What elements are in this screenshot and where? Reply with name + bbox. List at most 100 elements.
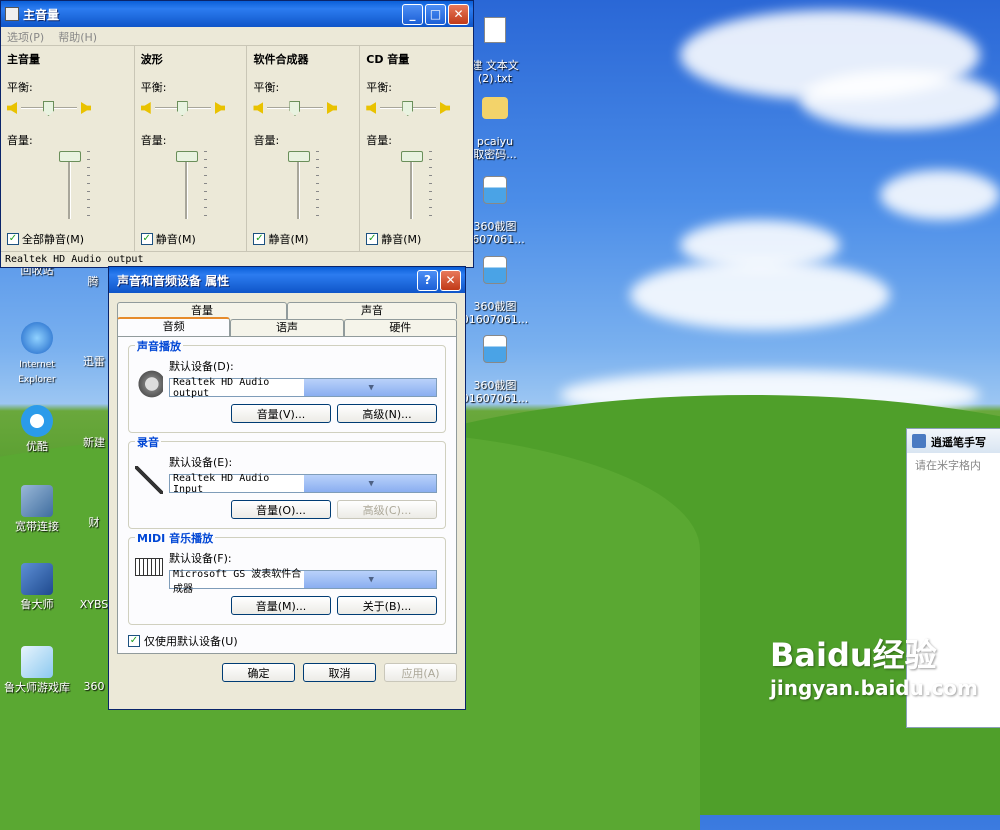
tab-voice[interactable]: 语声	[230, 319, 344, 336]
help-button[interactable]: ?	[417, 269, 438, 291]
dialog-title-bar[interactable]: 声音和音频设备 属性 ? ✕	[109, 267, 465, 293]
checkmark-icon: ✓	[128, 635, 140, 647]
desktop-icon-mid-5[interactable]: XYBS	[78, 598, 110, 611]
default-devices-only-checkbox[interactable]: ✓ 仅使用默认设备(U)	[128, 633, 446, 649]
balance-slider[interactable]	[7, 98, 128, 118]
desktop-icon-mid-6-label: 360	[83, 680, 105, 693]
minimize-button[interactable]: _	[402, 3, 423, 25]
volume-columns: 主音量 平衡: 音量: ✓ 全部静音(M) 波形 平衡: 音量: ✓ 静音(M)…	[1, 46, 473, 251]
volume-thumb[interactable]	[288, 151, 311, 162]
tab-sounds[interactable]: 声音	[287, 302, 457, 319]
volume-slider[interactable]	[175, 151, 241, 219]
right-speaker-icon	[440, 102, 450, 114]
balance-label: 平衡:	[7, 81, 33, 94]
column-title: CD 音量	[366, 53, 410, 66]
volume-title-bar[interactable]: 主音量 _ □ ✕	[1, 1, 473, 27]
menu-options[interactable]: 选项(P)	[7, 29, 44, 44]
chevron-down-icon[interactable]: ▼	[302, 475, 436, 492]
playback-device-select[interactable]: Realtek HD Audio output ▼	[169, 377, 437, 399]
group-title: MIDI 音乐播放	[135, 530, 216, 546]
desktop-icon-ludashi[interactable]: 鲁大师	[2, 563, 72, 611]
mute-all-checkbox[interactable]: ✓ 全部静音(M)	[7, 231, 84, 247]
cancel-button[interactable]: 取消	[303, 663, 376, 682]
desktop-icon-pcaiyu-label: pcaiyu 取密码...	[473, 135, 517, 161]
desktop-icon-mid-2[interactable]: 迅雷	[78, 355, 110, 368]
desktop-icon-broadband[interactable]: 宽带连接	[2, 485, 72, 533]
pen-icon	[912, 434, 926, 448]
mute-checkbox[interactable]: ✓ 静音(M)	[140, 231, 196, 247]
mute-checkbox[interactable]: ✓ 静音(M)	[253, 231, 309, 247]
desktop-icon-ie[interactable]: Internet Explorer	[2, 322, 72, 387]
jpg-icon	[483, 335, 507, 363]
desktop-icon-game-library-label: 鲁大师游戏库	[4, 681, 70, 694]
youku-icon	[21, 405, 53, 437]
mute-checkbox[interactable]: ✓ 静音(M)	[366, 231, 421, 247]
midi-about-button[interactable]: 关于(B)...	[337, 596, 437, 615]
group-sound-playback: 声音播放 默认设备(D): Realtek HD Audio output ▼ …	[128, 338, 446, 433]
midi-device-select[interactable]: Microsoft GS 波表软件合成器 ▼	[169, 569, 437, 595]
volume-slider[interactable]	[288, 151, 353, 219]
volume-column-wave: 波形 平衡: 音量: ✓ 静音(M)	[135, 46, 248, 251]
dialog-close-button[interactable]: ✕	[440, 269, 461, 291]
desktop-icon-jpg-3-label: 360截图 01607061...	[461, 379, 529, 405]
close-button[interactable]: ✕	[448, 3, 469, 25]
minimize-icon: _	[409, 7, 416, 21]
volume-thumb[interactable]	[59, 151, 81, 162]
tab-hardware[interactable]: 硬件	[343, 319, 457, 336]
recording-volume-button[interactable]: 音量(O)...	[231, 500, 331, 519]
left-speaker-icon	[140, 102, 151, 114]
balance-thumb[interactable]	[402, 101, 414, 116]
desktop-icon-mid-6[interactable]: 360	[78, 680, 110, 693]
volume-thumb[interactable]	[401, 151, 424, 162]
desktop-icon-jpg-3[interactable]: 360截图 01607061...	[460, 322, 530, 405]
desktop-icon-ie-label: Internet Explorer	[18, 360, 56, 385]
playback-volume-button[interactable]: 音量(V)...	[231, 404, 331, 423]
volume-label: 音量:	[253, 134, 280, 147]
volume-thumb[interactable]	[175, 151, 198, 162]
maximize-icon: □	[429, 7, 442, 21]
volume-menu-bar: 选项(P) 帮助(H)	[1, 27, 473, 46]
column-title: 软件合成器	[253, 53, 309, 66]
baidu-watermark-url: jingyan.baidu.com	[770, 676, 978, 700]
playback-advanced-button[interactable]: 高级(N)...	[337, 404, 437, 423]
desktop-icon-game-library[interactable]: 鲁大师游戏库	[2, 646, 72, 694]
recording-device-select[interactable]: Realtek HD Audio Input ▼	[169, 473, 437, 495]
desktop-icon-mid-4[interactable]: 财	[78, 516, 110, 529]
left-speaker-icon	[366, 102, 377, 114]
balance-slider[interactable]	[140, 98, 241, 118]
mute-label: 静音(M)	[268, 233, 309, 246]
text-file-icon	[484, 17, 506, 43]
volume-column-cd: CD 音量 平衡: 音量: ✓ 静音(M)	[360, 46, 473, 251]
midi-volume-button[interactable]: 音量(M)...	[231, 596, 331, 615]
volume-slider[interactable]	[59, 151, 128, 219]
jpg-icon	[483, 256, 507, 284]
desktop-icon-mid-3[interactable]: 新建	[78, 436, 110, 449]
game-icon	[21, 646, 53, 678]
balance-slider[interactable]	[253, 98, 353, 118]
balance-thumb[interactable]	[176, 101, 188, 116]
mute-label: 全部静音(M)	[22, 233, 85, 246]
help-icon: ?	[424, 273, 431, 287]
volume-slider[interactable]	[401, 151, 467, 219]
jpg-icon	[483, 176, 507, 204]
desktop-icon-mid-1[interactable]: 腾	[78, 275, 108, 288]
balance-thumb[interactable]	[43, 101, 54, 116]
tab-audio[interactable]: 音频	[117, 317, 231, 336]
ok-button[interactable]: 确定	[222, 663, 295, 682]
volume-label: 音量:	[140, 134, 167, 147]
right-speaker-icon	[215, 102, 225, 114]
balance-thumb[interactable]	[289, 101, 301, 116]
maximize-button[interactable]: □	[425, 3, 446, 25]
chevron-down-icon[interactable]: ▼	[302, 571, 436, 588]
device-label: 默认设备(D):	[169, 360, 234, 373]
menu-help[interactable]: 帮助(H)	[58, 29, 97, 44]
handwriting-title: 逍遥笔手写	[931, 436, 986, 449]
handwriting-title-bar[interactable]: 逍遥笔手写	[907, 429, 1000, 453]
volume-app-icon	[5, 7, 19, 21]
tab-row-bottom: 音频 语声 硬件	[109, 317, 465, 336]
group-title: 声音播放	[135, 338, 183, 354]
desktop-icon-youku[interactable]: 优酷	[2, 405, 72, 453]
close-icon: ✕	[445, 273, 456, 287]
balance-slider[interactable]	[366, 98, 467, 118]
chevron-down-icon[interactable]: ▼	[302, 379, 436, 396]
